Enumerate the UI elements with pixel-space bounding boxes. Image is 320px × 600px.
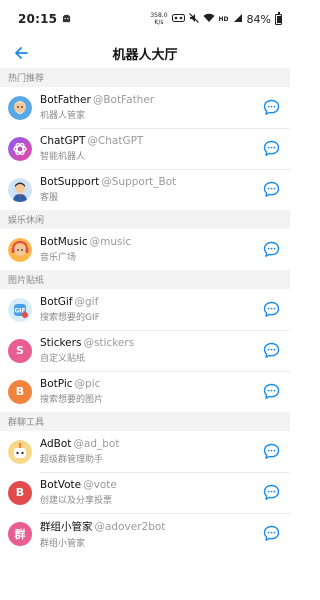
bot-list: 热门推荐 BotFather @BotFather 机器人管家 ChatGPT @Chat…	[0, 68, 290, 554]
bot-avatar: 群	[8, 521, 32, 546]
chat-icon[interactable]	[263, 241, 280, 258]
bot-description: 自定义贴纸	[40, 354, 86, 364]
section-header: 热门推荐	[0, 68, 290, 87]
avatar-letter: B	[15, 385, 25, 398]
bot-avatar: GIF	[8, 297, 32, 322]
bot-handle: @ad_bot	[73, 438, 120, 450]
avatar-letter: S	[16, 344, 24, 357]
bot-description: 客服	[40, 193, 59, 203]
bot-description: 机器人管家	[40, 111, 86, 121]
bot-name: AdBot	[40, 438, 72, 450]
avatar-letter: B	[15, 486, 25, 499]
bot-row-gif[interactable]: GIF BotGif @gif 搜索想要的GIF	[0, 289, 290, 330]
bot-description: 搜索想要的图片	[40, 395, 104, 405]
chat-icon[interactable]	[263, 443, 280, 460]
bot-name: 群组小管家	[40, 520, 93, 533]
chat-icon[interactable]	[263, 301, 280, 318]
bot-row-support-bot[interactable]: BotSupport @Support_Bot 客服	[0, 169, 290, 210]
notification-icon	[62, 13, 71, 26]
bot-handle: @Support_Bot	[101, 176, 177, 188]
bot-handle: @music	[89, 236, 132, 248]
vr-icon	[171, 13, 185, 25]
bot-avatar: B	[8, 480, 32, 505]
bot-description: 群组小管家	[40, 538, 86, 549]
chat-icon[interactable]	[263, 525, 280, 542]
bot-name: ChatGPT	[40, 135, 86, 147]
section-header: 图片贴纸	[0, 270, 290, 289]
bot-row-stickers[interactable]: S Stickers @stickers 自定义贴纸	[0, 330, 290, 371]
wifi-icon	[203, 13, 215, 26]
status-bar: 20:15 358.0 K/s HD 84%	[0, 0, 290, 38]
chat-icon[interactable]	[263, 140, 280, 157]
battery-percent: 84%	[246, 12, 271, 26]
bot-name: BotFather	[40, 94, 91, 106]
bot-avatar	[8, 237, 32, 262]
mute-icon	[188, 12, 199, 26]
bot-name: BotMusic	[40, 236, 88, 248]
bot-handle: @vote	[83, 479, 117, 491]
bot-name: Stickers	[40, 337, 82, 349]
bot-avatar: B	[8, 379, 32, 404]
bot-row-ad-bot[interactable]: AdBot @ad_bot 超级群管理助手	[0, 431, 290, 472]
bot-name: BotGif	[40, 296, 73, 308]
status-time: 20:15	[18, 12, 58, 26]
chat-icon[interactable]	[263, 342, 280, 359]
bot-row-botfather[interactable]: BotFather @BotFather 机器人管家	[0, 87, 290, 128]
signal-icon	[233, 13, 243, 26]
bot-row-music[interactable]: BotMusic @music 音乐广场	[0, 229, 290, 270]
bot-description: 音乐广场	[40, 253, 77, 263]
net-speed-unit: K/s	[154, 19, 164, 26]
hd-icon: HD	[218, 15, 229, 23]
page-title: 机器人大厅	[112, 47, 178, 63]
net-speed-value: 358.0	[150, 12, 168, 19]
bot-name: BotVote	[40, 479, 82, 491]
app-bar: 机器人大厅	[0, 38, 290, 68]
bot-description: 搜索想要的GIF	[40, 313, 100, 323]
bot-name: BotSupport	[40, 176, 100, 188]
battery-icon	[275, 11, 282, 25]
bot-name: BotPic	[40, 378, 73, 390]
avatar-letter: 群	[14, 527, 26, 541]
bot-avatar	[8, 439, 32, 464]
bot-handle: @adover2bot	[94, 520, 166, 533]
section-header: 娱乐休闲	[0, 210, 290, 229]
bot-handle: @ChatGPT	[87, 135, 144, 147]
bot-handle: @pic	[74, 378, 101, 390]
net-speed: 358.0 K/s	[150, 12, 167, 26]
chat-icon[interactable]	[263, 99, 280, 116]
chat-icon[interactable]	[263, 181, 280, 198]
bot-row-chatgpt[interactable]: ChatGPT @ChatGPT 智能机器人	[0, 128, 290, 169]
section-header: 群聊工具	[0, 412, 290, 431]
chat-icon[interactable]	[263, 484, 280, 501]
bot-row-vote[interactable]: B BotVote @vote 创建以及分享投票	[0, 472, 290, 513]
back-button[interactable]	[10, 42, 32, 64]
bot-avatar	[8, 177, 32, 202]
arrow-left-icon	[15, 47, 28, 59]
chat-icon[interactable]	[263, 383, 280, 400]
bot-row-pic[interactable]: B BotPic @pic 搜索想要的图片	[0, 371, 290, 412]
bot-handle: @stickers	[83, 337, 135, 349]
bot-handle: @BotFather	[92, 94, 155, 106]
bot-avatar	[8, 136, 32, 161]
bot-description: 创建以及分享投票	[40, 496, 113, 506]
bot-description: 超级群管理助手	[40, 455, 104, 465]
bot-avatar	[8, 95, 32, 120]
bot-handle: @gif	[74, 296, 99, 308]
bot-description: 智能机器人	[40, 152, 86, 162]
bot-row-adover2bot[interactable]: 群群组小管家 @adover2bot 群组小管家	[0, 513, 290, 554]
bot-avatar: S	[8, 338, 32, 363]
